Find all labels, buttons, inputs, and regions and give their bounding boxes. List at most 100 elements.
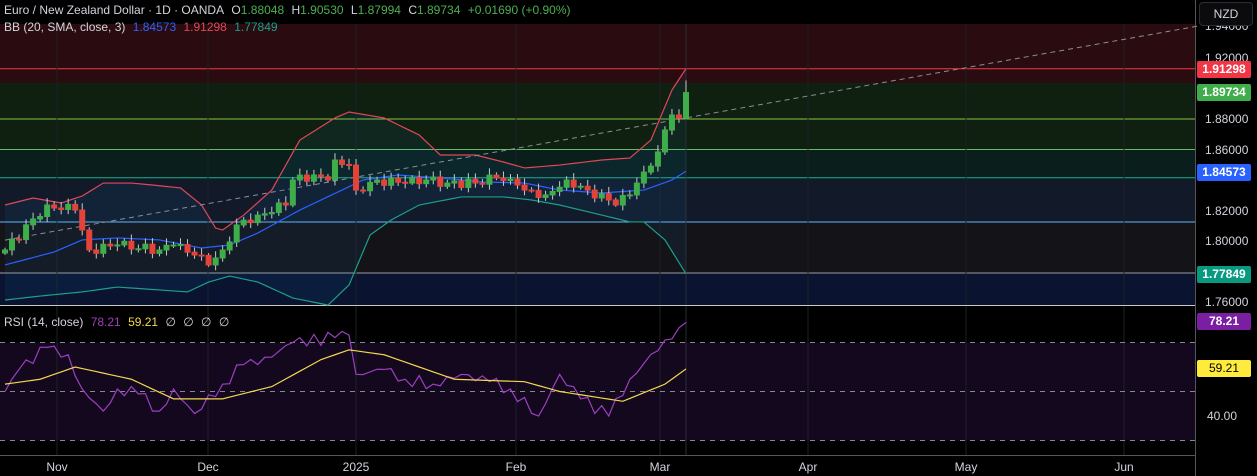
- time-tick: Mar: [649, 460, 671, 474]
- candle-body: [163, 244, 170, 251]
- candle-body: [317, 174, 324, 178]
- candle-body: [331, 159, 338, 181]
- bb-label[interactable]: BB (20, SMA, close, 3): [4, 20, 125, 34]
- ohlc-low: 1.87994: [357, 3, 401, 17]
- bb-upper-tag: 1.91298: [1197, 61, 1251, 78]
- time-tick: Dec: [197, 460, 219, 474]
- candle-body: [338, 159, 345, 166]
- candle-body: [9, 238, 16, 251]
- candle-body: [507, 178, 514, 182]
- candle-body: [198, 254, 205, 257]
- candle-body: [542, 194, 549, 198]
- candle-body: [619, 195, 626, 206]
- rsi-extra: ∅: [183, 315, 194, 329]
- candle-body: [402, 181, 409, 184]
- candle-body: [683, 92, 689, 119]
- bb-basis-tag: 1.84573: [1197, 164, 1251, 181]
- time-tick: 2025: [342, 460, 370, 474]
- candle-body: [254, 214, 261, 224]
- candle-body: [430, 176, 437, 181]
- candle-body: [591, 189, 598, 199]
- candle-body: [465, 178, 472, 188]
- candle-body: [472, 178, 479, 184]
- candle-body: [107, 243, 114, 247]
- candle-body: [72, 203, 79, 211]
- price-tick: 1.82000: [1205, 204, 1249, 218]
- candle-body: [51, 204, 58, 209]
- candle-body: [626, 194, 633, 197]
- candle-body: [493, 174, 500, 179]
- candle-body: [367, 181, 374, 192]
- candle-body: [177, 244, 184, 247]
- currency-button[interactable]: NZD: [1199, 2, 1253, 26]
- candle-body: [2, 249, 8, 254]
- candle-body: [479, 182, 486, 185]
- candle-body: [233, 224, 240, 243]
- time-tick: Nov: [46, 460, 68, 474]
- candle-body: [23, 224, 30, 241]
- candle-body: [521, 184, 528, 191]
- candle-body: [353, 164, 360, 191]
- candle-body: [240, 219, 247, 226]
- ohlc-high: 1.90530: [300, 3, 344, 17]
- price-tick: 1.76000: [1205, 295, 1249, 309]
- price-tick: 1.88000: [1205, 112, 1249, 126]
- candle-body: [661, 129, 668, 153]
- candle-body: [374, 179, 381, 183]
- candle-body: [324, 176, 331, 181]
- bb-upper-value: 1.91298: [183, 20, 227, 34]
- candle-body: [184, 244, 191, 253]
- bb-lower-tag: 1.77849: [1197, 266, 1251, 283]
- time-tick: Feb: [505, 460, 527, 474]
- candle-body: [563, 179, 570, 188]
- bb-legend: BB (20, SMA, close, 3) 1.84573 1.91298 1…: [4, 20, 282, 34]
- candle-body: [556, 186, 563, 192]
- chart-canvas[interactable]: [0, 0, 1257, 476]
- time-tick: Apr: [798, 460, 818, 474]
- rsi-extra: ∅: [165, 315, 176, 329]
- candle-body: [416, 176, 423, 185]
- candle-body: [668, 114, 675, 131]
- candle-body: [549, 190, 556, 196]
- rsi-ma-value: 59.21: [128, 315, 159, 329]
- candle-body: [219, 249, 226, 259]
- rsi-legend: RSI (14, close) 78.21 59.21 ∅ ∅ ∅ ∅: [4, 315, 233, 329]
- price-tick: 1.86000: [1205, 143, 1249, 157]
- candle-body: [654, 151, 661, 167]
- candle-body: [268, 211, 275, 215]
- rsi-tag: 78.21: [1197, 313, 1251, 330]
- candle-body: [640, 171, 647, 184]
- candle-body: [444, 182, 451, 187]
- symbol-legend: Euro / New Zealand Dollar · 1D · OANDA O…: [4, 3, 571, 17]
- candle-body: [675, 114, 682, 119]
- candle-body: [79, 209, 86, 231]
- candle-body: [114, 244, 121, 247]
- candle-body: [500, 177, 507, 182]
- candle-body: [451, 180, 458, 184]
- candle-body: [226, 241, 233, 251]
- time-tick: May: [954, 460, 978, 474]
- rsi-ma-tag: 59.21: [1197, 360, 1251, 377]
- time-tick: Jun: [1114, 460, 1134, 474]
- candle-body: [612, 199, 619, 206]
- candle-body: [282, 202, 289, 206]
- rsi-value: 78.21: [90, 315, 121, 329]
- candle-body: [486, 174, 493, 185]
- candle-body: [65, 203, 72, 211]
- bb-basis-value: 1.84573: [132, 20, 177, 34]
- candle-body: [535, 189, 542, 198]
- candle-body: [437, 176, 444, 187]
- rsi-label[interactable]: RSI (14, close): [4, 315, 83, 329]
- candle-body: [37, 216, 44, 220]
- candle-body: [289, 179, 296, 206]
- rsi-extra: ∅: [218, 315, 230, 329]
- candle-body: [100, 243, 107, 254]
- candle-body: [30, 218, 37, 226]
- candle-body: [514, 178, 521, 186]
- zone-rect: [0, 83, 1195, 150]
- candle-body: [409, 176, 416, 184]
- symbol-title[interactable]: Euro / New Zealand Dollar · 1D · OANDA: [4, 3, 224, 17]
- candle-body: [135, 248, 142, 251]
- candle-body: [633, 182, 640, 196]
- candle-body: [261, 213, 268, 216]
